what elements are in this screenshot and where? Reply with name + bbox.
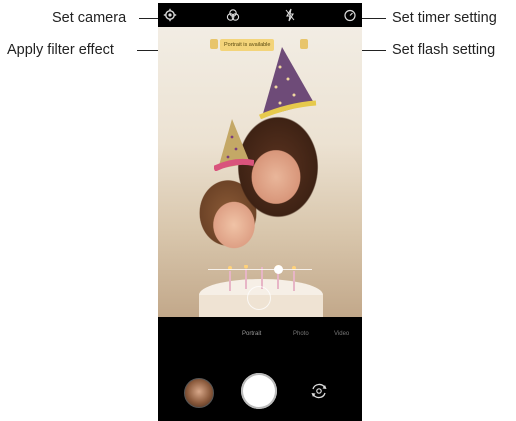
callout-set-timer-setting: Set timer setting: [392, 10, 497, 26]
camera-top-bar: [158, 3, 362, 27]
party-hat-small: [214, 119, 254, 171]
callout-apply-filter-effect: Apply filter effect: [7, 42, 114, 58]
timer-icon[interactable]: [343, 8, 357, 22]
shutter-button[interactable]: [241, 373, 277, 409]
camera-bottom-controls: [158, 349, 362, 421]
camera-screen: Portrait is available Portrait Photo Vid…: [158, 3, 362, 421]
mode-portrait[interactable]: Portrait: [242, 331, 261, 337]
flash-icon[interactable]: [283, 8, 297, 22]
camera-mode-strip: Portrait Photo Video: [158, 331, 362, 347]
mode-video[interactable]: Video: [334, 331, 349, 337]
camera-viewfinder[interactable]: Portrait is available: [158, 27, 362, 317]
switch-camera-icon[interactable]: [309, 381, 329, 401]
callout-set-flash-setting: Set flash setting: [392, 42, 496, 58]
filter-icon[interactable]: [226, 8, 240, 22]
focus-ring: [247, 286, 271, 310]
gallery-thumbnail[interactable]: [184, 378, 214, 408]
gear-icon[interactable]: [163, 8, 177, 22]
zoom-slider-knob[interactable]: [274, 265, 283, 274]
mode-photo[interactable]: Photo: [293, 331, 309, 337]
zoom-slider-track[interactable]: [208, 269, 312, 270]
notice-chip-left: [210, 39, 218, 49]
party-hat-large: [259, 47, 317, 119]
callout-set-camera: Set camera: [52, 10, 127, 26]
